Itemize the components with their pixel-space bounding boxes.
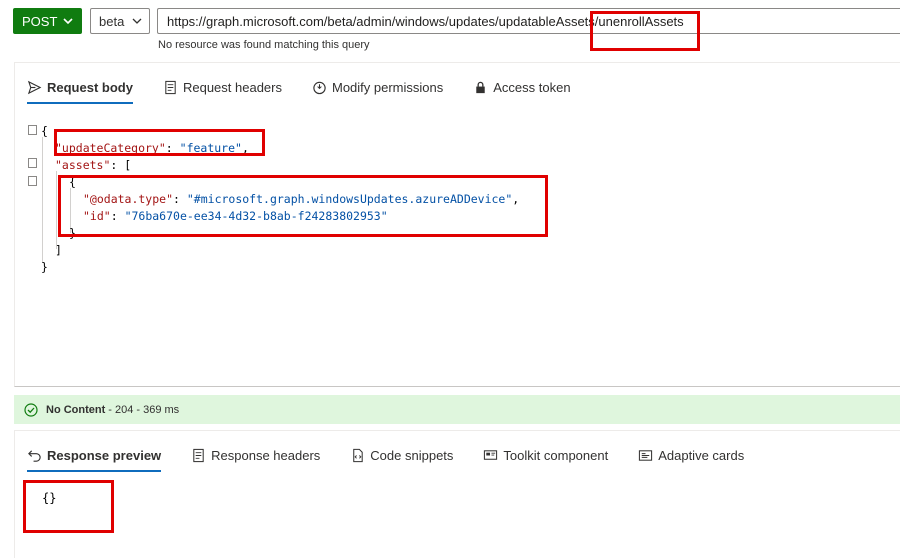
lock-icon [476, 81, 485, 93]
response-tabs: Response preview Response headers Code s… [15, 431, 900, 479]
tab-modify-permissions[interactable]: Modify permissions [312, 72, 443, 102]
code-line: } [69, 226, 76, 240]
version-dropdown[interactable]: beta [90, 8, 150, 34]
fold-toggle[interactable] [28, 176, 37, 186]
code-line: "@odata.type": "#microsoft.graph.windows… [83, 192, 520, 206]
code-line: "id": "76ba670e-ee34-4d32-b8ab-f24283802… [83, 209, 388, 223]
status-detail: - 204 - 369 ms [108, 403, 180, 416]
method-dropdown[interactable]: POST [13, 8, 82, 34]
url-text: https://graph.microsoft.com/beta/admin/w… [167, 13, 684, 29]
tab-request-body[interactable]: Request body [27, 72, 133, 104]
tab-label: Response headers [211, 447, 321, 463]
tab-label: Access token [493, 79, 571, 95]
version-label: beta [99, 13, 125, 29]
code-line: ] [55, 243, 62, 257]
response-body: {} [42, 491, 57, 505]
url-error-message: No resource was found matching this quer… [158, 39, 370, 51]
response-panel: Response preview Response headers Code s… [14, 430, 900, 558]
tab-adaptive-cards[interactable]: Adaptive cards [638, 440, 744, 470]
request-panel: Request body Request headers Modify perm… [14, 62, 900, 387]
response-status-bar: No Content - 204 - 369 ms [14, 395, 900, 424]
code-line: "assets": [ [55, 158, 132, 172]
tab-access-token[interactable]: Access token [473, 72, 571, 102]
tab-code-snippets[interactable]: Code snippets [350, 440, 453, 470]
tab-label: Adaptive cards [658, 447, 745, 463]
code-file-icon [353, 448, 363, 462]
toolkit-icon [484, 449, 498, 460]
request-body-editor[interactable]: { "updateCategory": "feature", "assets":… [15, 121, 900, 381]
request-tabs: Request body Request headers Modify perm… [15, 63, 900, 111]
document-icon [165, 80, 176, 94]
tab-response-preview[interactable]: Response preview [27, 440, 162, 472]
chevron-down-icon [132, 18, 142, 24]
indent-guide [42, 137, 43, 262]
indent-guide [56, 171, 57, 249]
tab-label: Code snippets [370, 447, 454, 463]
fold-toggle[interactable] [28, 125, 37, 135]
tab-response-headers[interactable]: Response headers [191, 440, 320, 470]
tab-label: Request body [47, 79, 133, 95]
tab-request-headers[interactable]: Request headers [163, 72, 282, 102]
method-label: POST [22, 13, 58, 29]
code-line: { [69, 175, 76, 189]
url-input[interactable]: https://graph.microsoft.com/beta/admin/w… [157, 8, 900, 34]
code-line: } [41, 260, 48, 274]
code-line: "updateCategory": "feature", [55, 141, 249, 155]
card-icon [639, 449, 653, 461]
chevron-down-icon [63, 18, 73, 25]
check-circle-icon [24, 402, 38, 417]
tab-label: Modify permissions [331, 79, 444, 95]
undo-icon [28, 449, 41, 462]
status-label: No Content [46, 403, 106, 416]
tab-label: Request headers [182, 79, 282, 95]
tab-label: Toolkit component [503, 447, 609, 463]
tab-toolkit-component[interactable]: Toolkit component [483, 440, 608, 470]
shield-icon [313, 81, 326, 94]
tab-label: Response preview [47, 447, 162, 463]
document-icon [193, 448, 204, 462]
fold-toggle[interactable] [28, 158, 37, 168]
send-icon [27, 80, 42, 94]
code-line: { [41, 124, 48, 138]
